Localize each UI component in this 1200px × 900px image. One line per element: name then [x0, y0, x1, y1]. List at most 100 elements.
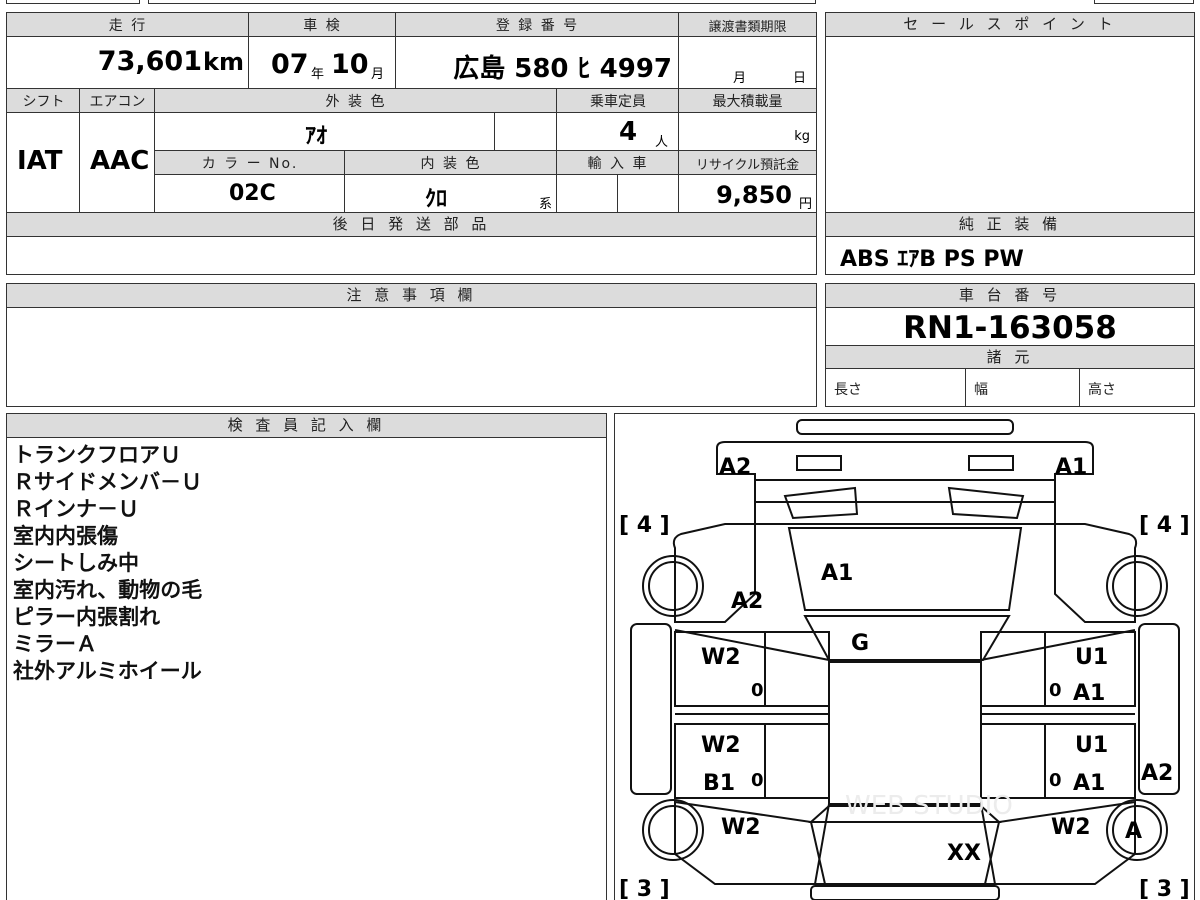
- remark-line: ピラー内張割れ: [13, 605, 160, 629]
- front-bumper: [796, 419, 1014, 435]
- remark-line: 室内内張傷: [13, 524, 118, 548]
- corner-rl: [ 3 ]: [619, 877, 670, 900]
- maxload-label-cell: 最大積載量: [679, 89, 816, 113]
- capacity-label-cell: 乗車定員: [557, 89, 679, 113]
- mark-right-rear-handle: 0: [1049, 770, 1062, 791]
- exterior-label-cell: 外 装 色: [155, 89, 557, 113]
- corner-fr: [ 4 ]: [1139, 513, 1190, 538]
- registration-label: 登 録 番 号: [495, 18, 580, 34]
- mileage-label: 走 行: [108, 18, 148, 34]
- equipment-block: 純 正 装 備 ABS ｴｱB PS PW: [825, 212, 1195, 275]
- transfer-label: 譲渡書類期限: [708, 20, 787, 35]
- chassis-header: 車 台 番 号: [826, 284, 1194, 308]
- exterior-extra-cell: [495, 113, 557, 151]
- mark-hood: A1: [821, 561, 853, 586]
- mark-rear-right-wheel: A: [1125, 819, 1142, 844]
- mark-right-rear-quarter: W2: [1051, 815, 1091, 840]
- corner-rr: [ 3 ]: [1139, 877, 1190, 900]
- inspector-header: 検 査 員 記 入 欄: [7, 414, 606, 438]
- recycle-label-cell: リサイクル預託金: [679, 151, 816, 175]
- interior-label-cell: 内 装 色: [345, 151, 557, 175]
- interior-label: 内 装 色: [420, 156, 482, 172]
- interior-value: ｸﾛ: [425, 187, 448, 212]
- dimensions-label: 諸 元: [986, 348, 1034, 366]
- remark-line: シートしみ中: [13, 551, 139, 575]
- import-label: 輸 入 車: [587, 156, 649, 172]
- transfer-value-cell: 月 日: [679, 37, 816, 89]
- inspection-value-cell: 07 年 10 月: [249, 37, 396, 89]
- chassis-label: 車 台 番 号: [958, 286, 1062, 304]
- notes-header: 注 意 事 項 欄: [7, 284, 816, 308]
- registration-value-cell: 広島 580 ﾋ 4997: [396, 37, 679, 89]
- remark-line: ミラーＡ: [13, 632, 97, 656]
- sales-point-label: セ ー ル ス ポ イ ン ト: [903, 15, 1117, 33]
- color-no-label: カ ラ ー No.: [201, 156, 299, 172]
- vehicle-info-block: 走 行 車 検 登 録 番 号 譲渡書類期限 73,601 km 07 年 10…: [6, 12, 817, 275]
- ac-label: エアコン: [89, 94, 146, 110]
- height-label: 高さ: [1088, 382, 1116, 398]
- color-no-value: 02C: [229, 181, 276, 206]
- inspector-block: 検 査 員 記 入 欄 トランクフロアＵ Ｒサイドメンバ－Ｕ Ｒインナ－Ｕ 室内…: [6, 413, 607, 900]
- inspection-label: 車 検: [303, 18, 342, 34]
- remark-line: Ｒインナ－Ｕ: [13, 497, 139, 521]
- mark-right-front-handle: 0: [1049, 680, 1062, 701]
- watermark: WEB STUDIO: [845, 791, 1013, 821]
- later-parts-label: 後 日 発 送 部 品: [332, 215, 491, 233]
- mileage-value-cell: 73,601 km: [7, 37, 249, 89]
- car-diagram-block: WEB STUDIO [ 4 ] [ 4 ] [ 3 ] [ 3 ] A2 A1…: [614, 413, 1195, 900]
- mark-left-front-door: W2: [701, 645, 741, 670]
- headlight-right: [968, 455, 1014, 471]
- remark-line: 社外アルミホイール: [13, 659, 202, 683]
- notes-label: 注 意 事 項 欄: [346, 286, 477, 304]
- wheel-rear-left-inner: [648, 805, 698, 855]
- wheel-front-left: [642, 555, 704, 617]
- notes-block: 注 意 事 項 欄: [6, 283, 817, 407]
- transfer-day-unit: 日: [793, 71, 807, 86]
- capacity-value: 4: [619, 117, 638, 147]
- shift-label-cell: シフト: [7, 89, 80, 113]
- length-label: 長さ: [834, 382, 862, 398]
- sales-point-header: セ ー ル ス ポ イ ン ト: [826, 13, 1194, 37]
- top-strip-mid: [148, 0, 816, 4]
- inspection-year: 07: [271, 49, 309, 80]
- wheel-front-right: [1106, 555, 1168, 617]
- mileage-unit: km: [203, 48, 244, 76]
- mark-left-fender: A2: [731, 589, 763, 614]
- import-value-cell: [557, 175, 618, 213]
- interior-value-cell: ｸﾛ 系: [345, 175, 557, 213]
- maxload-value-cell: kg: [679, 113, 816, 151]
- mark-left-rear-handle: 0: [751, 770, 764, 791]
- shift-value: IAT: [17, 146, 63, 176]
- wheel-front-left-inner: [648, 561, 698, 611]
- top-strip-left: [6, 0, 140, 4]
- recycle-value-cell: 9,850 円: [679, 175, 816, 213]
- equipment-header: 純 正 装 備: [826, 213, 1194, 237]
- mark-front-right: A1: [1055, 455, 1087, 480]
- transfer-label-cell: 譲渡書類期限: [679, 13, 816, 37]
- registration-value: 広島 580 ﾋ 4997: [453, 54, 672, 84]
- mark-right-rear-door-2: A1: [1073, 771, 1105, 796]
- inspection-label-cell: 車 検: [249, 13, 396, 37]
- mark-trunk: XX: [947, 841, 981, 866]
- mark-left-rear-quarter: W2: [721, 815, 761, 840]
- capacity-label: 乗車定員: [590, 94, 646, 110]
- length-cell: 長さ: [826, 369, 966, 406]
- corner-fl: [ 4 ]: [619, 513, 670, 538]
- headlight-left: [796, 455, 842, 471]
- chassis-value: RN1-163058: [903, 310, 1117, 346]
- shift-value-cell: IAT: [7, 113, 80, 213]
- interior-suffix: 系: [538, 197, 552, 212]
- top-strip-right: [1094, 0, 1194, 4]
- equipment-value: ABS ｴｱB PS PW: [840, 247, 1024, 272]
- height-cell: 高さ: [1080, 369, 1194, 406]
- mark-right-rear-door-1: U1: [1075, 733, 1108, 758]
- chassis-block: 車 台 番 号 RN1-163058 諸 元 長さ 幅 高さ: [825, 283, 1195, 407]
- dimensions-header: 諸 元: [826, 345, 1194, 369]
- transfer-month-unit: 月: [733, 71, 747, 86]
- import-value-cell-2: [618, 175, 679, 213]
- width-label: 幅: [974, 382, 988, 398]
- color-no-value-cell: 02C: [155, 175, 345, 213]
- later-parts-header: 後 日 発 送 部 品: [7, 213, 816, 237]
- maxload-unit: kg: [794, 129, 810, 144]
- recycle-label: リサイクル預託金: [695, 158, 800, 173]
